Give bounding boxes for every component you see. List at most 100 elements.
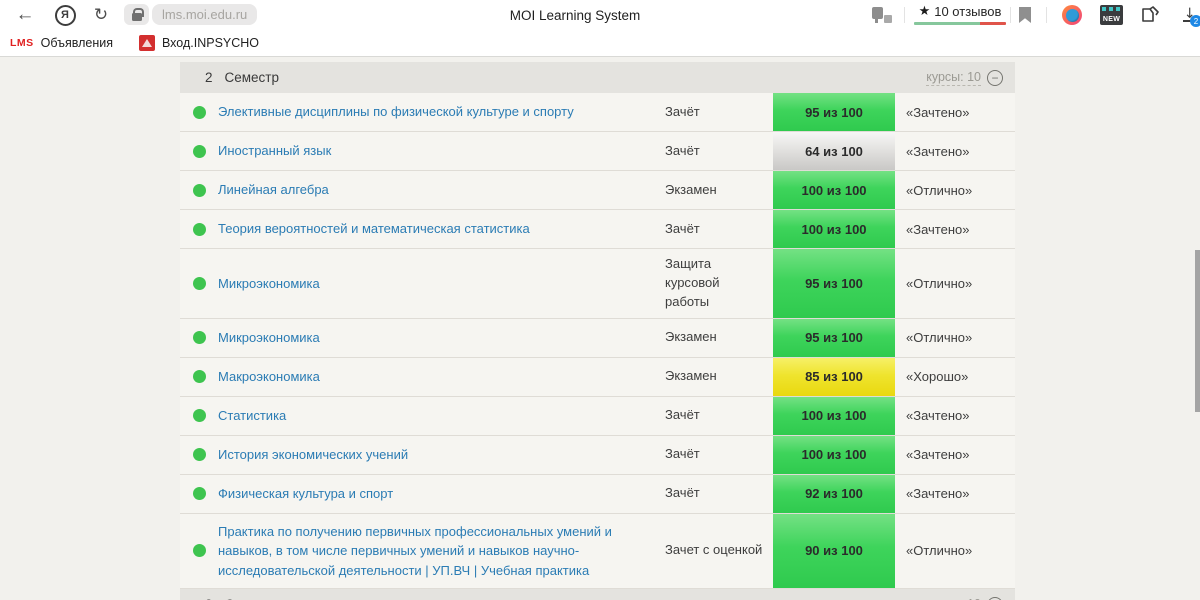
lms-favicon: LMS [10, 37, 34, 49]
assessment-type-cell: Экзамен [665, 181, 717, 197]
status-dot-icon [193, 487, 206, 501]
semester-number: 2 [205, 70, 213, 85]
status-dot-cell [180, 249, 218, 318]
course-name-cell: Теория вероятностей и математическая ста… [218, 210, 665, 248]
courses-count-link[interactable]: курсы: 10 [926, 597, 981, 600]
password-manager-icon[interactable] [872, 7, 892, 23]
status-dot-cell [180, 397, 218, 435]
score-cell: 85 из 100 [773, 357, 895, 396]
grade-cell: «Отлично» [906, 330, 973, 346]
course-name-cell: Статистика [218, 397, 665, 435]
score-cell: 95 из 100 [773, 318, 895, 357]
browser-toolbar: ← Я ↻ lms.moi.edu.ru MOI Learning System… [0, 0, 1200, 30]
table-row: Микроэкономика Защита курсовой работы 95 и… [180, 249, 1015, 319]
status-dot-cell [180, 514, 218, 589]
assessment-type-cell: Экзамен [665, 368, 717, 384]
inpsycho-favicon [138, 35, 155, 51]
status-dot-icon [193, 370, 206, 384]
bookmark-label: Объявления [40, 36, 113, 50]
status-dot-cell [180, 93, 218, 131]
status-dot-icon [193, 183, 206, 197]
bookmark-item-announcements[interactable]: LMS Объявления [10, 36, 113, 50]
course-link[interactable]: Теория вероятностей и математическая ста… [218, 219, 530, 239]
collections-icon[interactable] [1140, 6, 1160, 24]
score-cell: 95 из 100 [773, 249, 895, 318]
grade-cell: «Зачтено» [906, 447, 970, 463]
gradebook-table: 2 Семестр курсы: 10 − Элективные дисципл… [180, 62, 1015, 600]
assessment-type-cell: Зачёт [665, 446, 700, 462]
divider [1010, 7, 1011, 23]
course-link[interactable]: Микроэкономика [218, 274, 320, 294]
extension-browser-icon[interactable] [1062, 5, 1082, 25]
status-dot-cell [180, 319, 218, 357]
assessment-type-cell: Зачёт [665, 407, 700, 423]
extension-new-icon[interactable]: NEW [1100, 5, 1123, 25]
status-dot-cell [180, 436, 218, 474]
grade-cell: «Зачтено» [906, 486, 970, 502]
course-link[interactable]: Элективные дисциплины по физической куль… [218, 102, 574, 122]
table-row: Физическая культура и спорт Зачёт 92 из 10… [180, 474, 1015, 514]
bookmark-label: Вход.INPSYCHO [161, 36, 260, 50]
course-name-cell: Микроэкономика [218, 319, 665, 357]
score-cell: 64 из 100 [773, 132, 895, 170]
download-count-badge: 2 [1190, 15, 1200, 27]
status-dot-icon [193, 105, 206, 119]
status-dot-icon [193, 276, 206, 290]
course-link[interactable]: Иностранный язык [218, 141, 331, 161]
scrollbar-thumb[interactable] [1195, 250, 1200, 412]
course-rows: Элективные дисциплины по физической куль… [180, 93, 1015, 590]
score-cell: 92 из 100 [773, 474, 895, 513]
score-cell: 100 из 100 [773, 435, 895, 474]
course-link[interactable]: Линейная алгебра [218, 180, 329, 200]
course-link[interactable]: История экономических учений [218, 445, 408, 465]
table-row: Макроэкономика Экзамен 85 из 100 «Хорошо» [180, 357, 1015, 397]
course-link[interactable]: Микроэкономика [218, 328, 320, 348]
reviews-label: 10 отзывов [934, 3, 1002, 19]
score-cell: 100 из 100 [773, 396, 895, 435]
score-cell: 90 из 100 [773, 513, 895, 589]
table-row: Статистика Зачёт 100 из 100 «Зачтено» [180, 396, 1015, 436]
course-name-cell: Практика по получению первичных професси… [218, 514, 665, 589]
expand-semester-icon[interactable]: + [987, 596, 1003, 600]
table-row: Линейная алгебра Экзамен 100 из 100 «Отличн… [180, 171, 1015, 210]
assessment-type-cell: Защита курсовой работы [665, 256, 720, 309]
grade-cell: «Зачтено» [906, 221, 970, 237]
star-icon: ★ [918, 3, 931, 18]
grade-cell: «Зачтено» [906, 143, 970, 159]
assessment-type-cell: Зачёт [665, 142, 700, 158]
course-name-cell: История экономических учений [218, 436, 665, 474]
course-link[interactable]: Физическая культура и спорт [218, 484, 393, 504]
course-link[interactable]: Практика по получению первичных професси… [218, 522, 647, 581]
table-row: История экономических учений Зачёт 100 из … [180, 435, 1015, 475]
course-name-cell: Иностранный язык [218, 132, 665, 170]
course-name-cell: Элективные дисциплины по физической куль… [218, 93, 665, 131]
status-dot-icon [193, 222, 206, 236]
grade-cell: «Отлично» [906, 182, 973, 198]
semester-label: Семестр [224, 70, 280, 85]
score-cell: 100 из 100 [773, 171, 895, 209]
course-name-cell: Макроэкономика [218, 358, 665, 396]
table-row: Практика по получению первичных професси… [180, 513, 1015, 590]
table-row: Микроэкономика Экзамен 95 из 100 «Отлично» [180, 318, 1015, 358]
bookmark-item-inpsycho[interactable]: Вход.INPSYCHO [138, 35, 260, 51]
courses-count-link[interactable]: курсы: 10 [926, 70, 981, 86]
course-link[interactable]: Статистика [218, 406, 286, 426]
page-content: 2 Семестр курсы: 10 − Элективные дисципл… [0, 57, 1200, 600]
table-row: Элективные дисциплины по физической куль… [180, 93, 1015, 132]
collapse-semester-icon[interactable]: − [987, 69, 1003, 86]
grade-cell: «Отлично» [906, 275, 973, 291]
status-dot-icon [193, 544, 206, 558]
site-reviews-button[interactable]: ★ 10 отзывов [914, 3, 1006, 25]
downloads-button[interactable]: ↘ 2 [1180, 2, 1200, 27]
semester-3-header: 3 Семестр курсы: 10 + [180, 589, 1015, 600]
grade-cell: «Зачтено» [906, 104, 970, 120]
status-dot-icon [193, 448, 206, 462]
table-row: Теория вероятностей и математическая ста… [180, 210, 1015, 249]
status-dot-cell [180, 358, 218, 396]
grade-cell: «Зачтено» [906, 408, 970, 424]
table-row: Иностранный язык Зачёт 64 из 100 «Зачтено» [180, 132, 1015, 171]
course-link[interactable]: Макроэкономика [218, 367, 320, 387]
score-cell: 100 из 100 [773, 210, 895, 248]
status-dot-cell [180, 475, 218, 513]
assessment-type-cell: Зачет с оценкой [665, 542, 763, 558]
